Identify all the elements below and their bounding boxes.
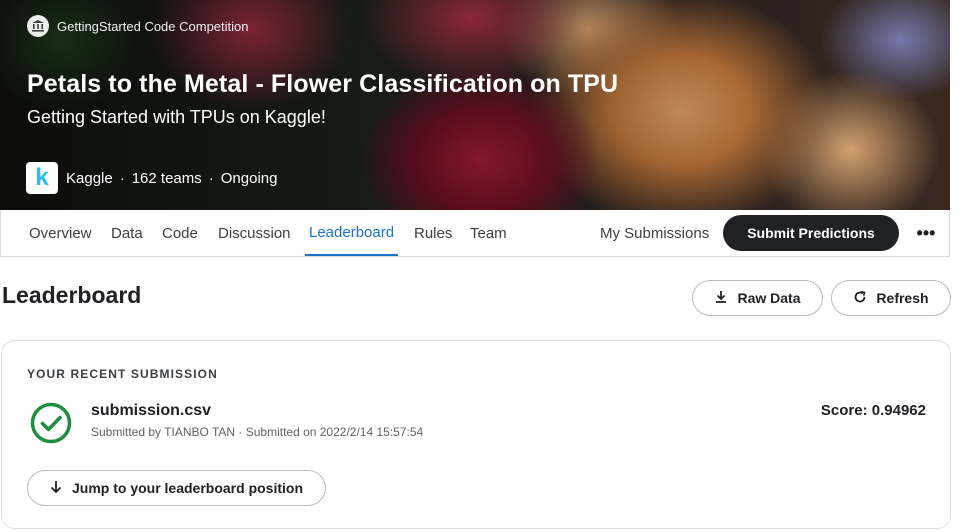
tab-team[interactable]: Team: [466, 210, 511, 256]
refresh-icon: [853, 290, 867, 307]
tab-rules[interactable]: Rules: [410, 210, 456, 256]
tab-code[interactable]: Code: [158, 210, 202, 256]
check-circle-icon: [29, 401, 73, 445]
separator-dot: ·: [208, 169, 214, 187]
more-options-icon[interactable]: •••: [911, 218, 941, 248]
arrow-down-icon: [50, 480, 62, 497]
tab-overview[interactable]: Overview: [25, 210, 96, 256]
raw-data-label: Raw Data: [737, 290, 801, 306]
submit-predictions-button[interactable]: Submit Predictions: [723, 215, 899, 251]
my-submissions-link[interactable]: My Submissions: [600, 210, 709, 256]
competition-status: Ongoing: [220, 169, 278, 187]
host-row: k Kaggle · 162 teams · Ongoing: [26, 162, 277, 194]
bank-icon: [27, 15, 49, 37]
section-label: YOUR RECENT SUBMISSION: [27, 367, 218, 381]
competition-subtitle: Getting Started with TPUs on Kaggle!: [27, 107, 326, 127]
competition-title: Petals to the Metal - Flower Classificat…: [27, 70, 619, 98]
refresh-label: Refresh: [876, 290, 929, 306]
team-count: 162 teams: [131, 169, 202, 187]
competition-type: GettingStarted Code Competition: [27, 15, 249, 37]
jump-label: Jump to your leaderboard position: [71, 480, 304, 496]
submission-score: Score: 0.94962: [820, 402, 926, 419]
kaggle-logo-icon[interactable]: k: [26, 162, 58, 194]
separator-dot: ·: [119, 169, 125, 187]
page-title: Leaderboard: [2, 282, 142, 308]
tab-discussion[interactable]: Discussion: [214, 210, 295, 256]
competition-header: GettingStarted Code Competition Petals t…: [0, 0, 950, 210]
host-name[interactable]: Kaggle: [66, 170, 113, 187]
recent-submission-card: YOUR RECENT SUBMISSION submission.csv Su…: [1, 340, 951, 529]
tab-leaderboard[interactable]: Leaderboard: [305, 210, 399, 256]
download-icon: [714, 290, 728, 307]
tab-data[interactable]: Data: [107, 210, 147, 256]
jump-to-position-button[interactable]: Jump to your leaderboard position: [27, 470, 326, 506]
raw-data-button[interactable]: Raw Data: [692, 280, 823, 316]
submission-meta: Submitted by TIANBO TAN · Submitted on 2…: [91, 425, 424, 439]
competition-type-label: GettingStarted Code Competition: [57, 18, 249, 34]
refresh-button[interactable]: Refresh: [831, 280, 951, 316]
competition-tabs: Overview Data Code Discussion Leaderboar…: [0, 210, 950, 257]
submission-file-name[interactable]: submission.csv: [91, 402, 211, 420]
